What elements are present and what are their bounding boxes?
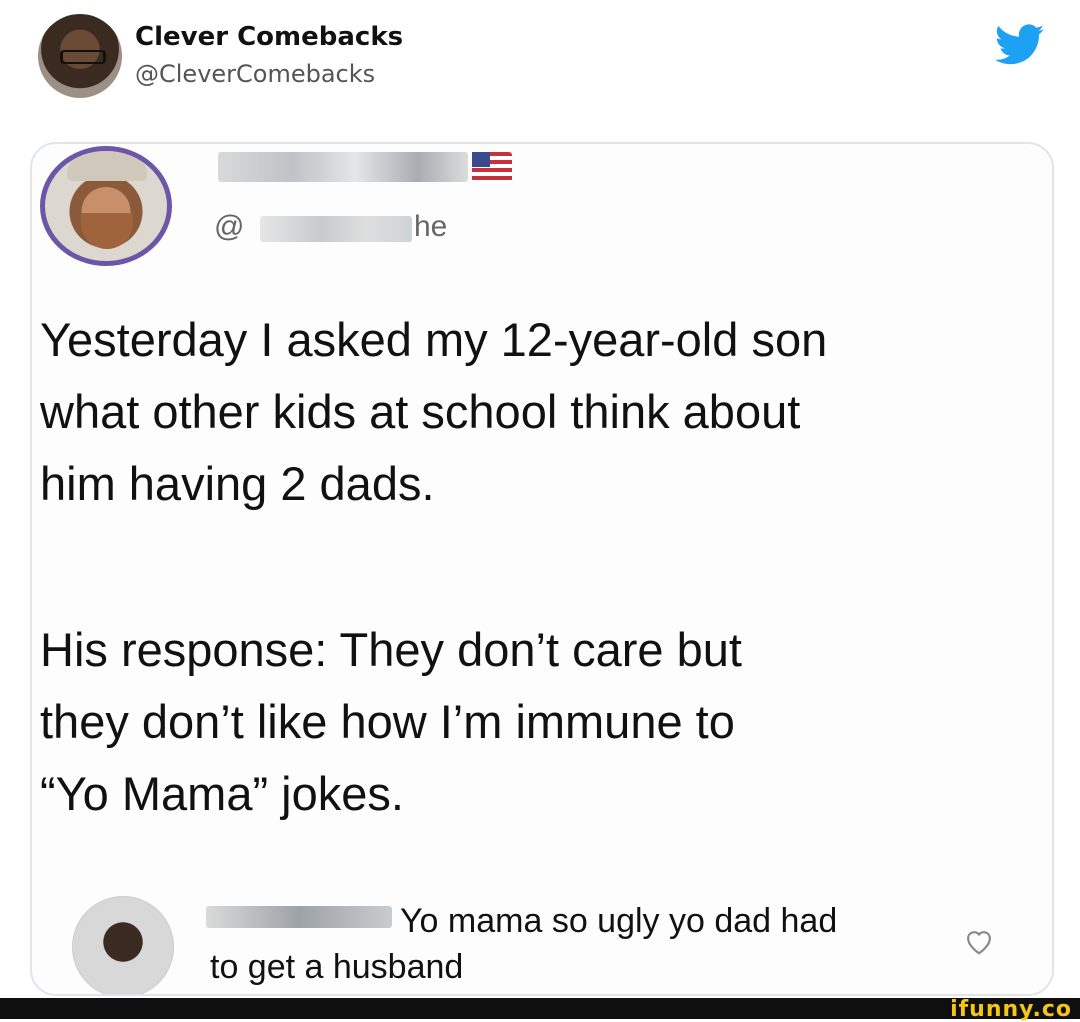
account-name[interactable]: Clever Comebacks [135, 22, 403, 52]
avatar-beard [81, 213, 133, 249]
reply-text-line-1: Yo mama so ugly yo dad had [400, 902, 838, 940]
watermark-bar: ifunny.co [0, 997, 1080, 1022]
embedded-avatar[interactable] [40, 146, 172, 266]
redacted-handle [260, 216, 412, 242]
avatar-cap [67, 151, 147, 181]
reply-comment: Yo mama so ugly yo dad had to get a husb… [210, 898, 950, 990]
embedded-tweet-card[interactable]: @ he Yesterday I asked my 12-year-old so… [30, 142, 1054, 996]
reply-avatar[interactable] [72, 896, 174, 994]
redacted-display-name [218, 152, 468, 182]
embedded-handle-prefix: @ [214, 210, 245, 243]
tweet-text-paragraph-1: Yesterday I asked my 12-year-old son wha… [40, 313, 828, 510]
account-handle[interactable]: @CleverComebacks [135, 60, 375, 88]
reply-text-line-2: to get a husband [210, 948, 464, 986]
outer-tweet-header: Clever Comebacks @CleverComebacks [0, 0, 1080, 130]
tweet-text-paragraph-2: His response: They don’t care but they d… [40, 623, 742, 820]
ifunny-watermark: ifunny.co [950, 997, 1072, 1022]
avatar-glasses [60, 50, 106, 64]
us-flag-icon [472, 152, 512, 182]
embedded-handle-suffix: he [414, 210, 448, 243]
heart-icon[interactable] [962, 926, 996, 956]
twitter-bird-icon[interactable] [995, 24, 1045, 66]
avatar[interactable] [38, 14, 122, 98]
